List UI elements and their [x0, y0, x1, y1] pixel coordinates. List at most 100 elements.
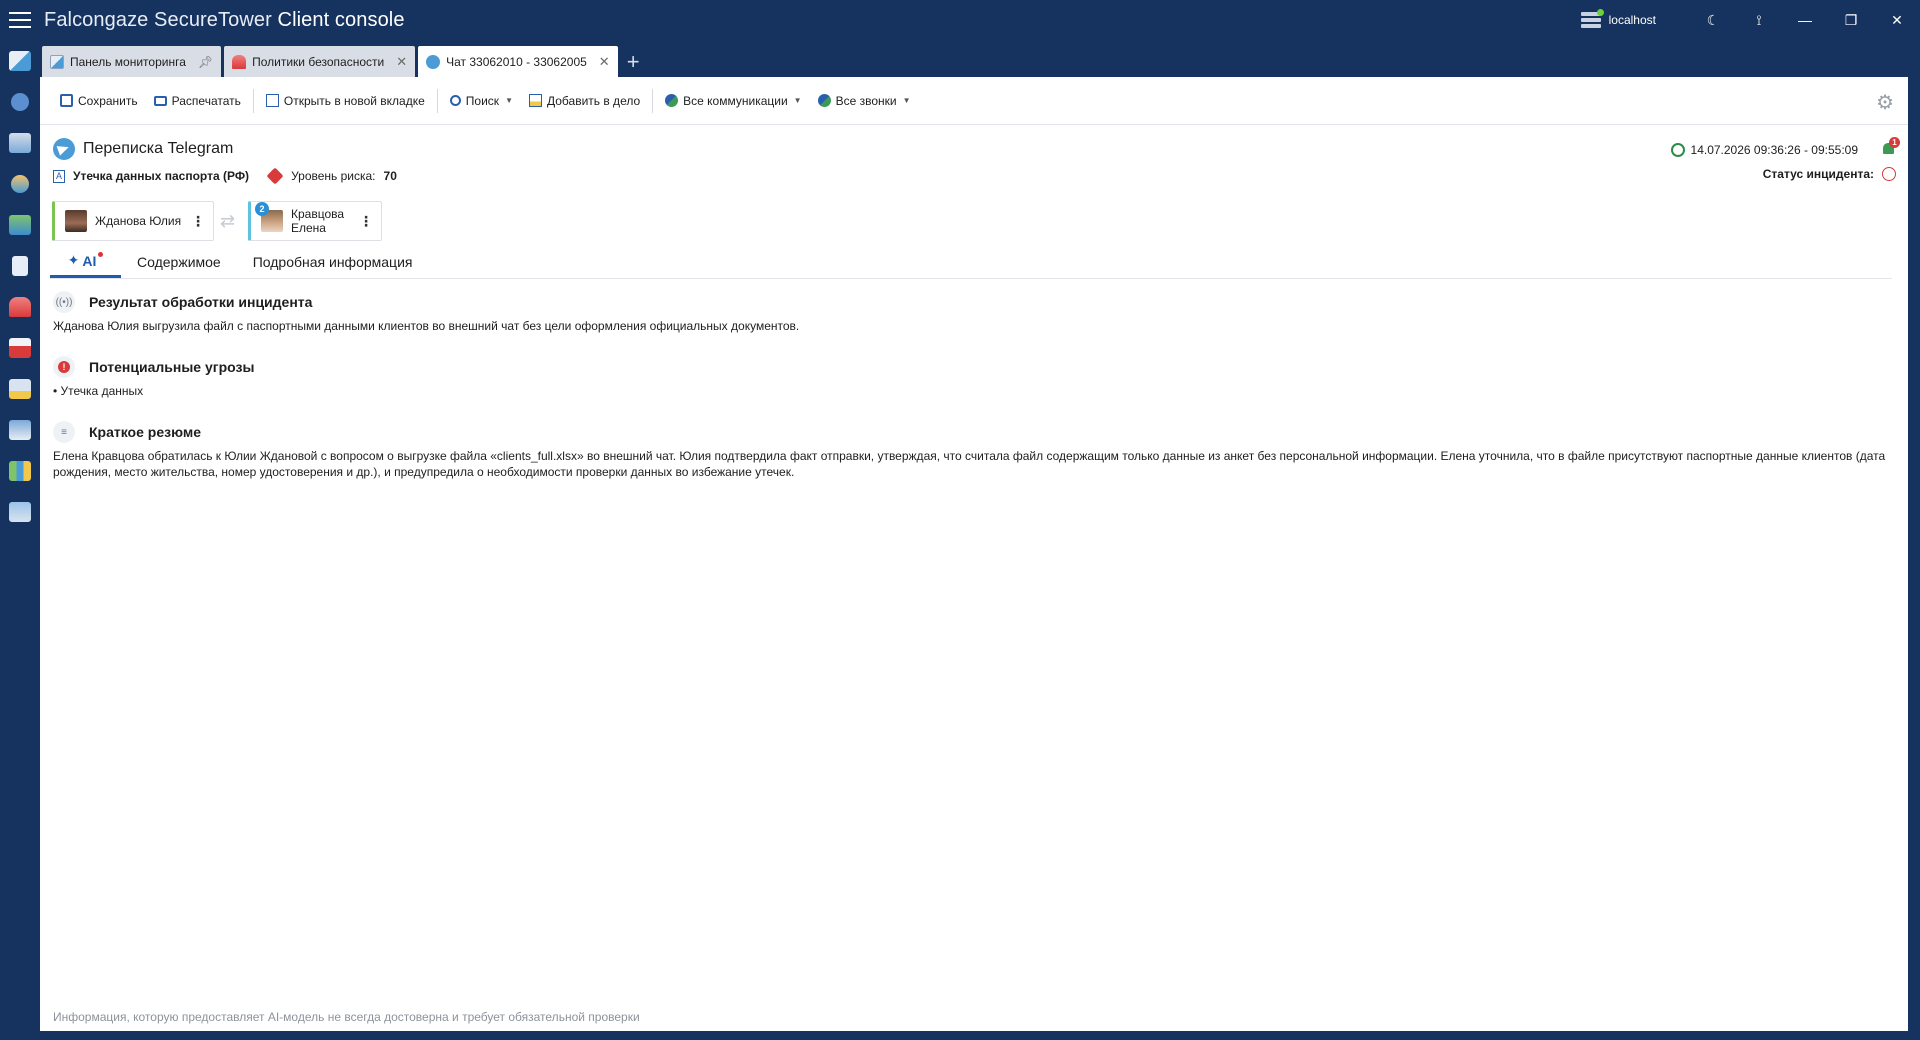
sidebar-item-dashboard[interactable] — [0, 40, 40, 81]
avatar: 2 — [255, 202, 283, 232]
brand-name: Falcongaze SecureTower — [44, 8, 272, 31]
sidebar-item-users[interactable] — [0, 163, 40, 204]
policy-name[interactable]: Утечка данных паспорта (РФ) — [73, 169, 249, 183]
sidebar-item-analytics[interactable] — [0, 122, 40, 163]
section-title: Результат обработки инцидента — [89, 294, 313, 310]
clock-icon — [1670, 143, 1685, 157]
all-calls-dropdown[interactable]: Все звонки ▼ — [810, 86, 919, 116]
server-indicator[interactable]: localhost — [1580, 9, 1656, 28]
gear-icon[interactable]: ⚙ — [1876, 90, 1894, 115]
minimize-button[interactable]: — — [1782, 0, 1828, 40]
search-label: Поиск — [465, 93, 500, 108]
tab-dashboard[interactable]: Панель мониторинга 📌︎ — [42, 46, 222, 77]
threats-section: ! Потенциальные угрозы • Утечка данных — [53, 356, 1908, 399]
policy-icon: A — [53, 169, 65, 183]
summary-section: ≡ Краткое резюме Елена Кравцова обратила… — [53, 421, 1908, 480]
risk-label: Уровень риска: — [291, 169, 376, 183]
pin-icon[interactable]: 📌︎ — [198, 55, 213, 69]
more-options-icon[interactable]: ⋮ — [191, 213, 205, 230]
search-icon — [11, 92, 29, 111]
sidebar-item-cases[interactable] — [0, 245, 40, 286]
close-tab-icon[interactable]: ✕ — [396, 54, 407, 70]
sidebar-item-archive[interactable] — [0, 450, 40, 491]
tab-details[interactable]: Подробная информация — [237, 246, 429, 278]
close-tab-icon[interactable]: ✕ — [599, 54, 610, 70]
alarm-icon — [9, 296, 31, 317]
printer-icon — [9, 378, 31, 399]
tab-security-policies[interactable]: Политики безопасности ✕ — [224, 46, 416, 77]
title-bar: Falcongaze SecureTower Client console lo… — [0, 0, 1920, 40]
feedback-icon[interactable]: ⟟ — [1736, 0, 1782, 40]
dashboard-icon — [9, 50, 31, 71]
clipboard-icon — [12, 255, 28, 276]
all-communications-label: Все коммуникации — [683, 93, 788, 108]
threats-text: • Утечка данных — [53, 384, 144, 398]
add-tab-button[interactable]: + — [621, 46, 646, 77]
maximize-button[interactable]: ❐ — [1828, 0, 1874, 40]
sidebar-item-risks[interactable] — [0, 327, 40, 368]
page-title: Переписка Telegram — [83, 140, 234, 157]
new-indicator — [98, 252, 104, 257]
content-tabs: ✦ AI Содержимое Подробная информация — [50, 241, 1892, 279]
communications-icon — [665, 94, 679, 107]
tab-label: Панель мониторинга — [70, 54, 186, 69]
print-label: Распечатать — [171, 93, 241, 108]
toolbar-divider — [436, 88, 438, 113]
toolbar-divider — [652, 88, 654, 113]
user-search-icon — [11, 174, 29, 193]
risk-value: 70 — [383, 169, 397, 183]
chevron-down-icon: ▼ — [902, 96, 911, 105]
save-icon — [60, 94, 73, 107]
books-icon — [9, 460, 31, 481]
sidebar-item-incidents[interactable] — [0, 286, 40, 327]
save-button[interactable]: Сохранить — [52, 86, 146, 116]
all-communications-dropdown[interactable]: Все коммуникации ▼ — [657, 86, 809, 116]
incident-status-icon[interactable] — [1882, 167, 1896, 181]
toolbar-divider — [252, 88, 254, 113]
sender-card[interactable]: Жданова Юлия ⋮ — [52, 201, 214, 241]
open-new-tab-label: Открыть в новой вкладке — [283, 93, 425, 108]
risk-icon — [9, 337, 31, 358]
dashboard-icon — [50, 54, 64, 69]
close-window-button[interactable]: ✕ — [1874, 0, 1920, 40]
sidebar-item-settings[interactable] — [0, 491, 40, 532]
summary-text: Елена Кравцова обратилась к Юлии Жданово… — [53, 449, 1886, 479]
sidebar-item-search[interactable] — [0, 81, 40, 122]
ai-disclaimer: Информация, которую предоставляет AI-мод… — [53, 1010, 640, 1024]
tab-content[interactable]: Содержимое — [121, 246, 237, 278]
notification-icon[interactable]: 1 — [1882, 137, 1900, 156]
moon-icon[interactable]: ☾ — [1690, 0, 1736, 40]
tab-label: Политики безопасности — [252, 54, 385, 69]
tab-label: Чат 33062010 - 33062005 — [446, 54, 587, 69]
add-to-case-button[interactable]: Добавить в дело — [521, 86, 648, 116]
document-tabs: Панель мониторинга 📌︎ Политики безопасно… — [40, 40, 1920, 77]
sidebar-item-devices[interactable] — [0, 368, 40, 409]
brand-product: Client console — [277, 8, 405, 31]
alarm-icon — [232, 54, 247, 69]
recipient-count-badge: 2 — [255, 202, 269, 216]
avatar — [65, 210, 87, 232]
all-calls-label: Все звонки — [835, 93, 897, 108]
case-icon — [528, 94, 542, 107]
server-icon — [1580, 9, 1604, 28]
calls-icon — [817, 94, 831, 107]
sidebar-item-reports[interactable] — [0, 204, 40, 245]
open-new-tab-button[interactable]: Открыть в новой вкладке — [258, 86, 433, 116]
search-dropdown[interactable]: Поиск ▼ — [442, 86, 521, 116]
section-title: Краткое резюме — [89, 424, 201, 440]
broadcast-icon: ((•)) — [53, 291, 75, 313]
status-label: Статус инцидента: — [1762, 167, 1874, 181]
incident-datetime: 14.07.2026 09:36:26 - 09:55:09 — [1690, 143, 1858, 157]
exchange-arrows-icon: ⇄ — [220, 211, 236, 231]
more-options-icon[interactable]: ⋮ — [359, 213, 373, 230]
recipient-card[interactable]: 2 Кравцова Елена ⋮ — [248, 201, 382, 241]
hamburger-menu-icon[interactable] — [0, 0, 40, 40]
sidebar-item-monitoring[interactable] — [0, 409, 40, 450]
print-button[interactable]: Распечатать — [146, 86, 249, 116]
new-tab-icon — [265, 94, 279, 107]
tab-chat[interactable]: Чат 33062010 - 33062005 ✕ — [418, 46, 618, 77]
result-text: Жданова Юлия выгрузила файл с паспортным… — [53, 319, 800, 333]
notification-count: 1 — [1889, 137, 1900, 148]
telegram-icon — [53, 138, 75, 160]
tab-ai[interactable]: ✦ AI — [50, 246, 121, 278]
